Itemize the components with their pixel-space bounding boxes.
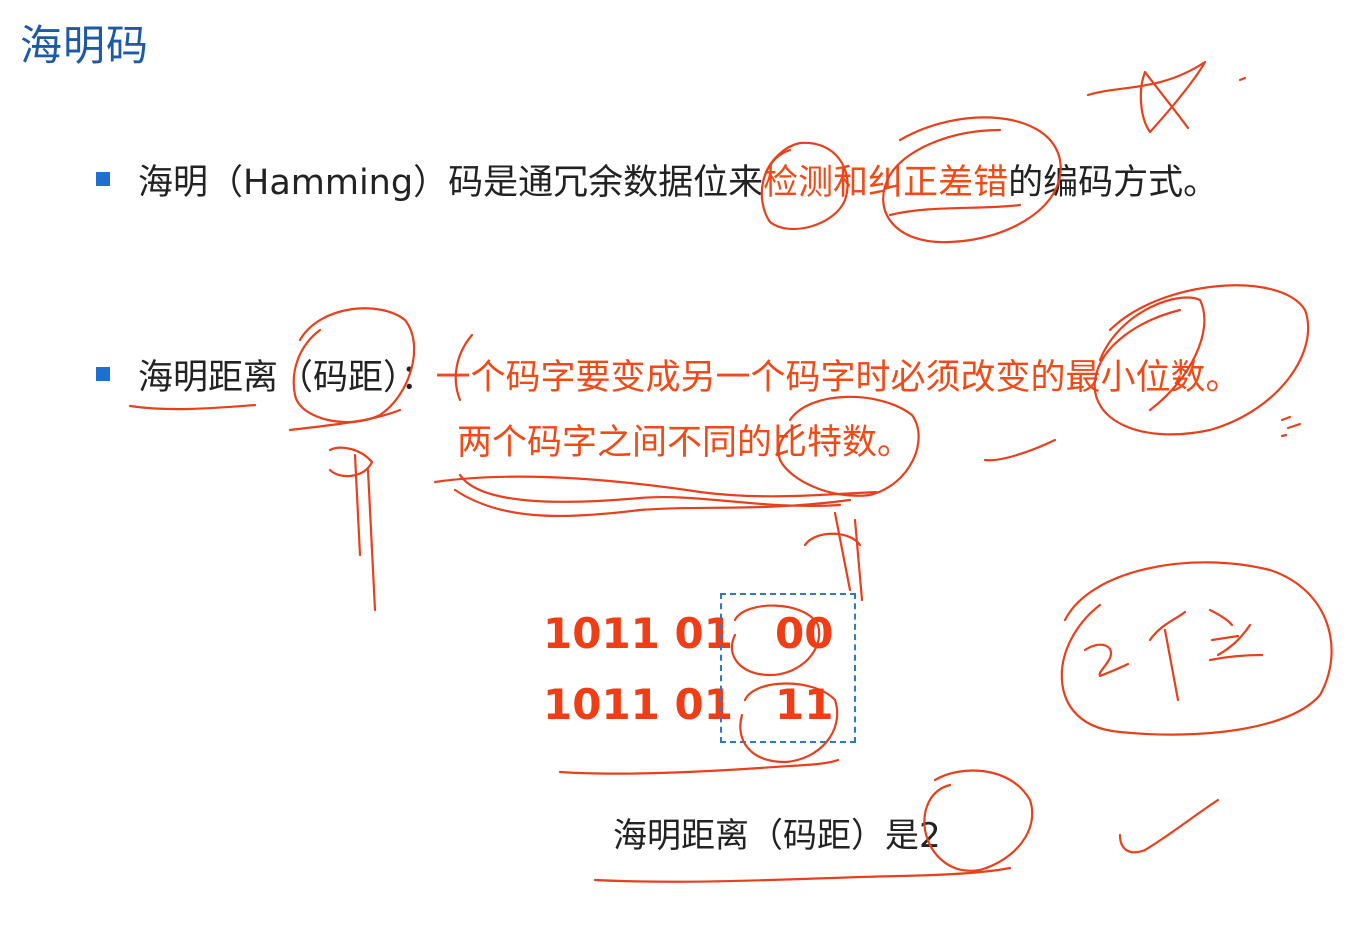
ink-underline-line2-c (453, 488, 852, 518)
bullet-1-suffix: 的编码方式。 (1008, 163, 1219, 203)
example-caption: 海明距离（码距）是2 (613, 816, 941, 856)
bullet-2-line2: 两个码字之间不同的比特数。 (457, 423, 913, 463)
bullet-1-text: 海明（Hamming）码是通冗余数据位来检测和纠正差错的编码方式。 (138, 154, 1218, 205)
ink-dash (983, 438, 1057, 462)
codeword-2-prefix: 1011 01 (543, 680, 733, 729)
ink-dots (1280, 415, 1302, 438)
ink-text-wei (1208, 608, 1264, 662)
handwritten-annotations (128, 60, 1333, 883)
bullet-1-prefix: 海明（Hamming）码是通冗余数据位来 (138, 163, 764, 203)
ink-underline-codes (558, 758, 840, 775)
ink-text-ge (1148, 610, 1187, 702)
bullet-2-highlight: 一个码字要变成另一个码字时必须改变的最小位数。 (435, 358, 1241, 398)
ink-check (1118, 798, 1220, 854)
bullet-1-highlight: 检测和纠正差错 (763, 163, 1009, 203)
ink-underline-line2-a (433, 475, 878, 498)
ink-underline-line2-b (458, 473, 842, 508)
ink-circle-2bits (1060, 561, 1333, 736)
ink-underline-caption (593, 866, 1012, 883)
bullet-2-prefix: 海明距离（码距）： (138, 358, 436, 398)
bullet-marker (96, 367, 110, 381)
ink-arrow-codedist (328, 446, 377, 612)
slide-title: 海明码 (20, 21, 150, 70)
bullet-marker (96, 172, 110, 186)
ink-underline-hamming (128, 403, 257, 411)
differing-bits-box (720, 593, 856, 743)
ink-star-scribble (1086, 60, 1247, 134)
ink-arrow-bits (803, 511, 864, 602)
ink-text-2 (1083, 643, 1130, 678)
codeword-1-prefix: 1011 01 (543, 609, 733, 658)
bullet-2-text: 海明距离（码距）：一个码字要变成另一个码字时必须改变的最小位数。 (138, 349, 1241, 400)
slide: 海明码 海明（Hamming）码是通冗余数据位来检测和纠正差错的编码方式。 海明… (0, 0, 1357, 940)
ink-underline-codedist (288, 408, 402, 432)
ink-underline-correct (888, 203, 1022, 217)
